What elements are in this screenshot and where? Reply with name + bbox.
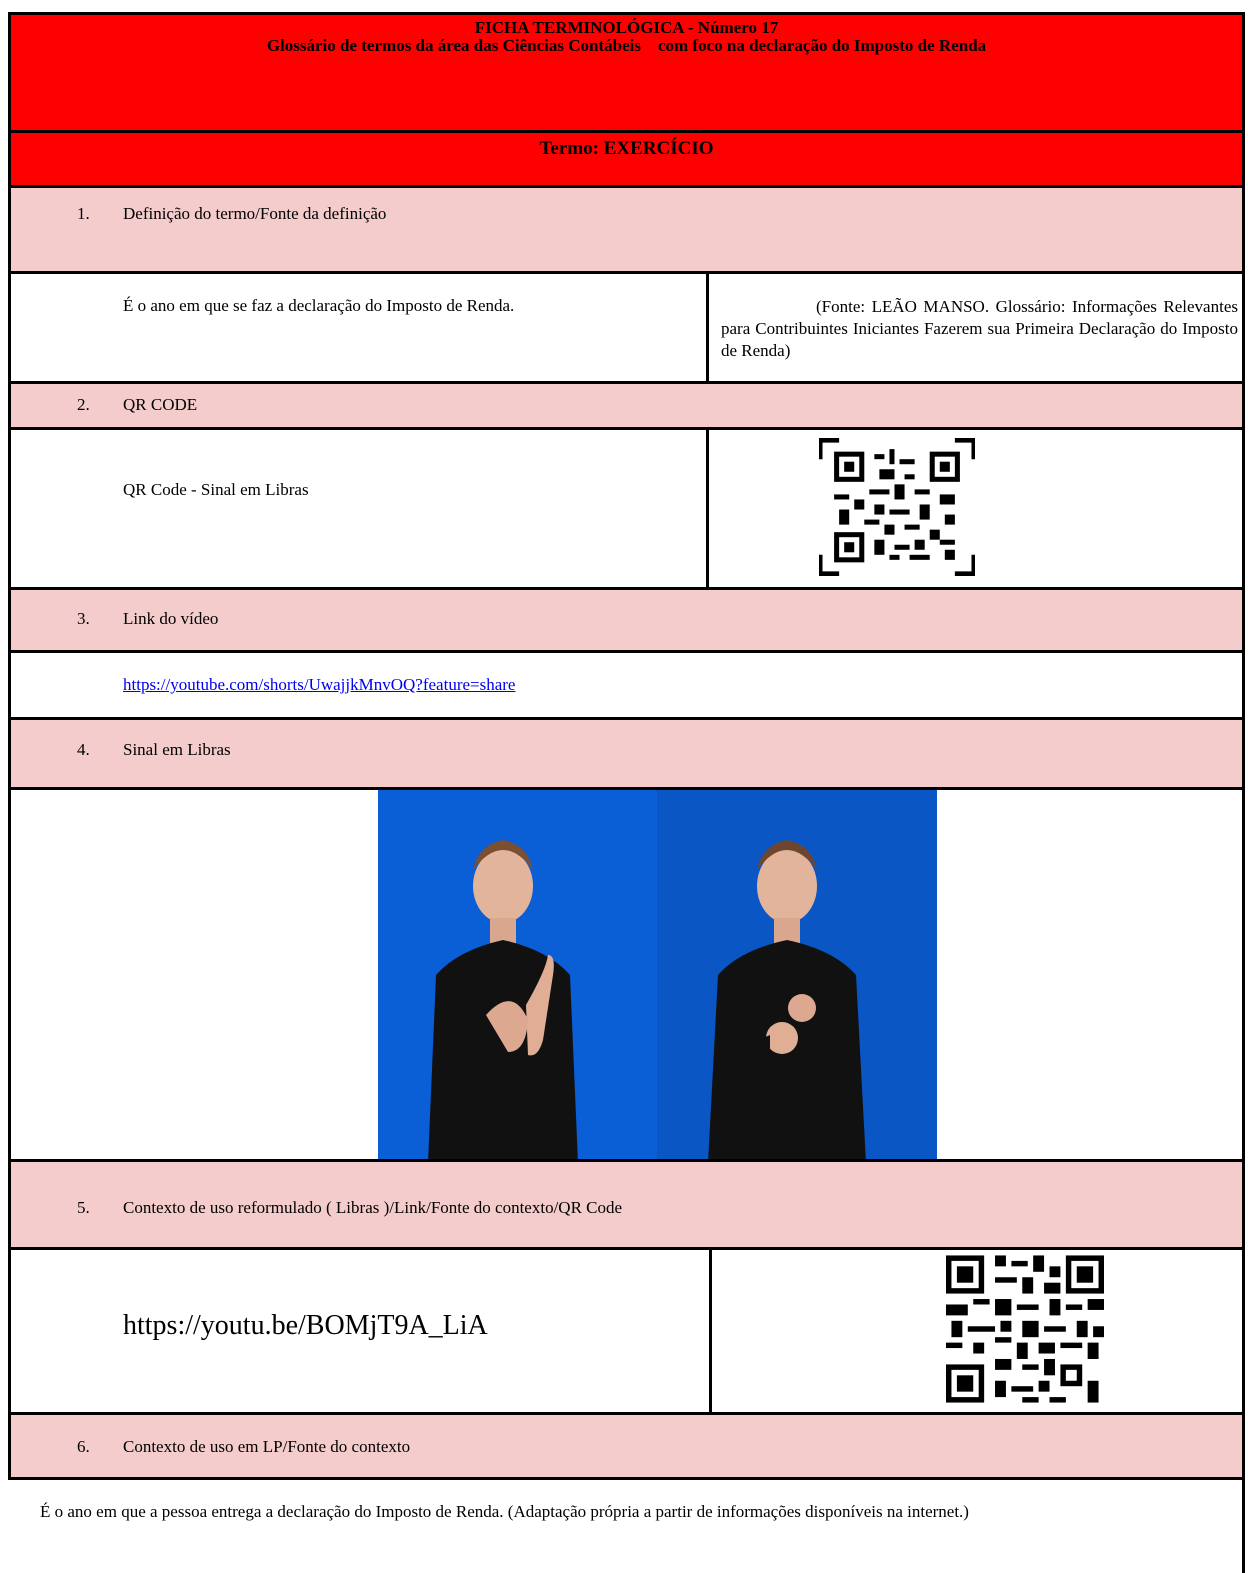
sign-photo-row xyxy=(8,787,1245,1177)
section-1-header: 1. Definição do termo/Fonte da definição xyxy=(8,185,1245,271)
sheet-title: FICHA TERMINOLÓGICA - Número 17 xyxy=(474,18,779,37)
context-libras-row: https://youtu.be/BOMjT9A_LiA xyxy=(8,1247,1245,1412)
term-block: Termo: EXERCÍCIO xyxy=(8,130,1245,185)
section-number: 5. xyxy=(77,1198,90,1217)
section-5-header: 5. Contexto de uso reformulado ( Libras … xyxy=(8,1159,1245,1247)
section-2-header: 2. QR CODE xyxy=(8,381,1245,427)
section-6-header: 6. Contexto de uso em LP/Fonte do contex… xyxy=(8,1412,1245,1477)
section-3-header: 3. Link do vídeo xyxy=(8,587,1245,650)
section-number: 4. xyxy=(77,740,90,759)
qr-code-image[interactable] xyxy=(946,1255,1104,1403)
definition-row: É o ano em que se faz a declaração do Im… xyxy=(8,271,1245,381)
qr-row: QR Code - Sinal em Libras xyxy=(8,427,1245,587)
definition-text: É o ano em que se faz a declaração do Im… xyxy=(123,296,515,315)
sheet-subtitle: Glossário de termos da área das Ciências… xyxy=(266,36,987,55)
header-block: FICHA TERMINOLÓGICA - Número 17 Glossári… xyxy=(8,12,1245,133)
term-title: Termo: EXERCÍCIO xyxy=(539,138,714,159)
terminology-sheet: FICHA TERMINOLÓGICA - Número 17 Glossári… xyxy=(0,0,1245,1573)
section-number: 3. xyxy=(77,609,90,628)
definition-source: (Fonte: LEÃO MANSO. Glossário: Informaçõ… xyxy=(721,297,1238,361)
column-divider xyxy=(706,430,709,587)
section-4-header: 4. Sinal em Libras xyxy=(8,717,1245,787)
qr-label: QR Code - Sinal em Libras xyxy=(123,480,309,499)
context-lp-row: É o ano em que a pessoa entrega a declar… xyxy=(8,1477,1245,1573)
section-number: 1. xyxy=(77,204,90,223)
section-number: 2. xyxy=(77,395,90,414)
section-title: Link do vídeo xyxy=(123,609,219,628)
column-divider xyxy=(706,274,709,381)
section-title: Definição do termo/Fonte da definição xyxy=(123,204,387,223)
section-title: QR CODE xyxy=(123,395,198,414)
section-number: 6. xyxy=(77,1437,90,1456)
qr-code-image[interactable] xyxy=(819,438,975,576)
context-libras-link[interactable]: https://youtu.be/BOMjT9A_LiA xyxy=(123,1310,488,1342)
context-lp-text: É o ano em que a pessoa entrega a declar… xyxy=(40,1502,969,1521)
section-title: Sinal em Libras xyxy=(123,740,231,759)
section-title: Contexto de uso reformulado ( Libras )/L… xyxy=(123,1198,623,1217)
libras-sign-photo xyxy=(378,790,937,1163)
video-link-row: https://youtube.com/shorts/UwajjkMnvOQ?f… xyxy=(8,650,1245,717)
video-link[interactable]: https://youtube.com/shorts/UwajjkMnvOQ?f… xyxy=(123,675,515,695)
column-divider xyxy=(709,1250,712,1412)
section-title: Contexto de uso em LP/Fonte do contexto xyxy=(123,1437,411,1456)
